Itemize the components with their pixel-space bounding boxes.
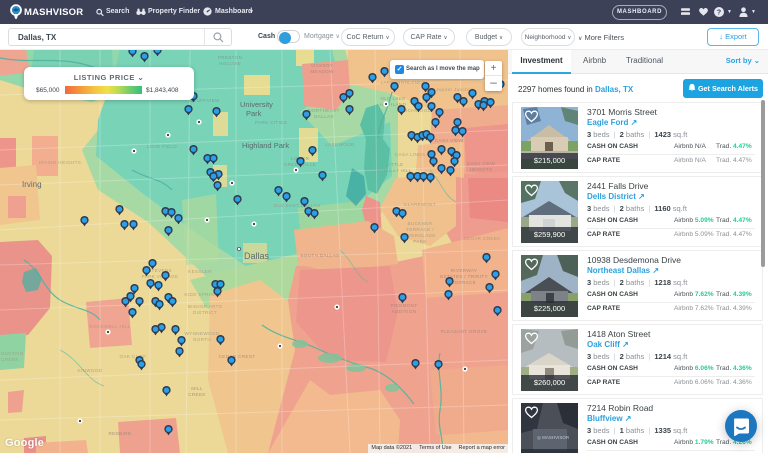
svg-text:DALLAS: DALLAS (314, 114, 334, 119)
svg-text:SOUTH DALLAS: SOUTH DALLAS (300, 253, 339, 258)
svg-text:HEIGHTS: HEIGHTS (470, 167, 493, 172)
svg-text:◎ MASHVISOR: ◎ MASHVISOR (537, 435, 570, 440)
svg-text:LITTLE: LITTLE (386, 162, 403, 167)
svg-text:IRVING HEIGHTS: IRVING HEIGHTS (39, 160, 81, 165)
svg-text:RIVERWAY: RIVERWAY (451, 268, 478, 273)
svg-text:Highland Park: Highland Park (242, 141, 289, 150)
svg-text:Dallas: Dallas (244, 251, 270, 261)
svg-text:CREEK: CREEK (188, 392, 206, 397)
svg-text:CASA LINDA: CASA LINDA (395, 152, 426, 157)
svg-text:LAKE HIGHLANDS: LAKE HIGHLANDS (381, 80, 426, 85)
svg-text:MOUNTAIN: MOUNTAIN (0, 351, 23, 356)
svg-text:TERRACE: TERRACE (452, 280, 476, 285)
svg-text:KESSLER: KESSLER (188, 269, 212, 274)
svg-text:Jupiter Junction: Jupiter Junction (436, 87, 474, 92)
svg-text:ROCKWELL HILL: ROCKWELL HILL (89, 324, 130, 329)
svg-text:ADDITION: ADDITION (392, 309, 417, 314)
svg-text:DISTRICT: DISTRICT (193, 310, 217, 315)
svg-text:CLAREMONT: CLAREMONT (404, 202, 436, 207)
svg-text:TERRACE /: TERRACE / (406, 227, 434, 232)
svg-text:CREEK: CREEK (1, 357, 19, 362)
svg-text:OLD EAST DALLAS: OLD EAST DALLAS (274, 203, 321, 208)
svg-text:Irving: Irving (22, 180, 42, 189)
svg-text:PRESTON: PRESTON (218, 55, 243, 60)
svg-text:VICKERY: VICKERY (311, 63, 334, 68)
svg-text:REDBIRD: REDBIRD (108, 431, 131, 436)
svg-text:WYNNEWOOD: WYNNEWOOD (184, 331, 219, 336)
svg-text:CASA VIEW: CASA VIEW (435, 138, 464, 143)
svg-text:BISHOP ARTS: BISHOP ARTS (188, 304, 222, 309)
svg-text:CEDAR CREST: CEDAR CREST (219, 354, 256, 359)
svg-text:EVERGLADE: EVERGLADE (404, 233, 435, 238)
svg-text:HOLLOW: HOLLOW (219, 61, 241, 66)
svg-text:Park: Park (246, 109, 262, 118)
svg-text:CEDAR CREEK: CEDAR CREEK (463, 236, 501, 241)
svg-text:CASA VIEW: CASA VIEW (467, 161, 496, 166)
svg-text:OLD LAKE: OLD LAKE (380, 96, 405, 101)
svg-text:University: University (240, 100, 273, 109)
svg-text:MILL: MILL (191, 386, 203, 391)
svg-text:BUCKNER: BUCKNER (408, 221, 433, 226)
svg-text:LAKEWOOD: LAKEWOOD (325, 142, 355, 147)
svg-text:?: ? (717, 7, 722, 16)
svg-text:PARK: PARK (413, 239, 427, 244)
svg-text:PIEDMONT: PIEDMONT (390, 303, 417, 308)
svg-text:NORTH: NORTH (193, 337, 211, 342)
svg-text:KINWOOD: KINWOOD (78, 368, 103, 373)
svg-text:LOVE FIELD: LOVE FIELD (147, 144, 177, 149)
svg-text:NORTHEAST: NORTHEAST (308, 108, 339, 113)
svg-text:FOREST HILL: FOREST HILL (378, 168, 411, 173)
svg-text:PARK CITIES: PARK CITIES (255, 120, 287, 125)
svg-text:MEADOW: MEADOW (310, 69, 334, 74)
svg-text:PLEASANT GROVE: PLEASANT GROVE (441, 329, 488, 334)
